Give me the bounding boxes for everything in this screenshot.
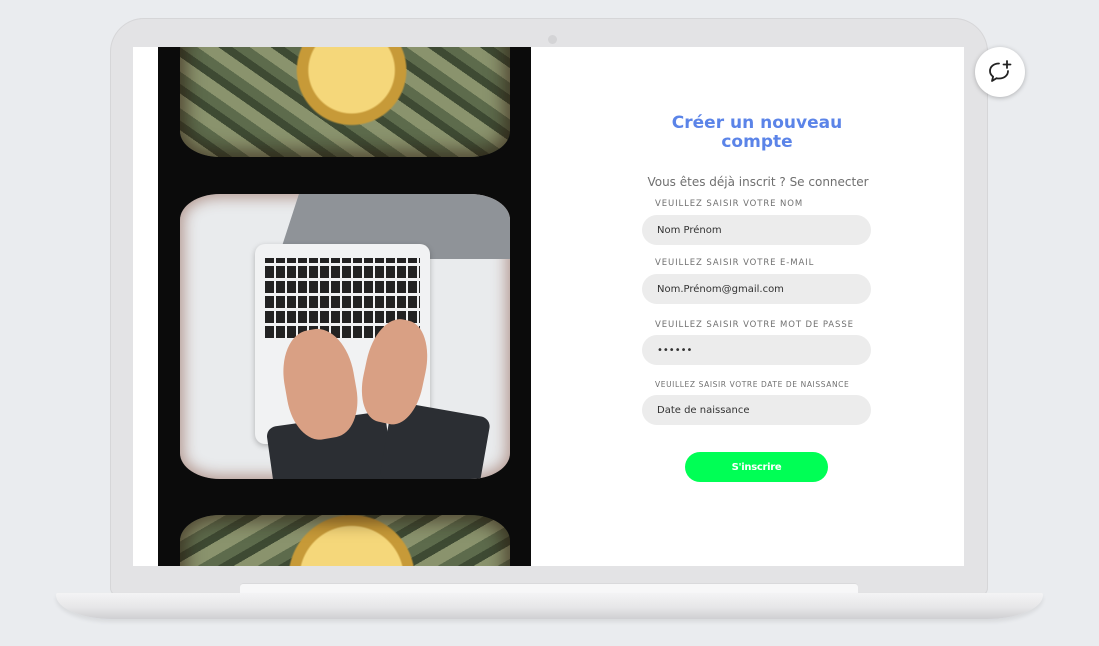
password-label: VEUILLEZ SAISIR VOTRE MOT DE PASSE [655, 320, 854, 330]
image-panel [158, 47, 531, 566]
email-input[interactable] [642, 274, 871, 304]
login-prompt-text: Vous êtes déjà inscrit ? [647, 175, 786, 189]
login-link[interactable]: Se connecter [790, 175, 869, 189]
name-label: VEUILLEZ SAISIR VOTRE NOM [655, 199, 804, 209]
money-image-bottom [180, 515, 510, 566]
birthdate-label: VEUILLEZ SAISIR VOTRE DATE DE NAISSANCE [655, 380, 850, 389]
chat-button[interactable] [975, 47, 1025, 97]
email-label: VEUILLEZ SAISIR VOTRE E-MAIL [655, 258, 815, 268]
name-input[interactable] [642, 215, 871, 245]
chat-plus-icon [989, 60, 1012, 82]
laptop-typing-image [180, 194, 510, 479]
birthdate-input[interactable] [642, 395, 871, 425]
laptop-camera [548, 35, 557, 44]
login-prompt: Vous êtes déjà inscrit ? Se connecter [613, 175, 903, 189]
money-image-top [180, 47, 510, 157]
form-title: Créer un nouveau compte [671, 113, 843, 152]
laptop-screen: Créer un nouveau compte Vous êtes déjà i… [133, 47, 964, 566]
signup-button[interactable]: S'inscrire [685, 452, 828, 482]
laptop-base [56, 593, 1043, 619]
password-input[interactable] [642, 335, 871, 365]
